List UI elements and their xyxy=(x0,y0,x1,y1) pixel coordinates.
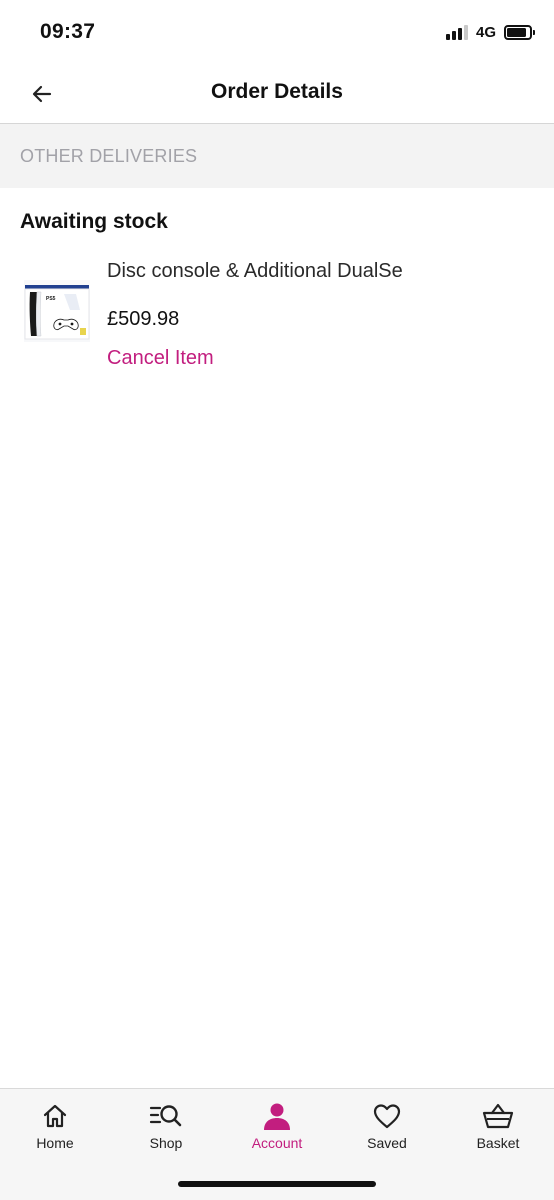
status-indicators: 4G xyxy=(445,24,535,41)
page-title: Order Details xyxy=(211,80,343,103)
product-price: £509.98 xyxy=(107,308,180,330)
status-time: 09:37 xyxy=(40,20,96,43)
section-header: OTHER DELIVERIES xyxy=(0,124,554,188)
tab-shop[interactable]: Shop xyxy=(111,1089,221,1169)
tab-account[interactable]: Account xyxy=(222,1089,332,1169)
tab-account-label: Account xyxy=(251,1135,303,1151)
home-indicator xyxy=(178,1181,376,1187)
basket-icon xyxy=(482,1103,514,1129)
person-icon xyxy=(264,1103,290,1130)
game-console-box-image: PS5 xyxy=(24,280,90,342)
status-bar: 09:37 4G xyxy=(0,0,554,64)
header-bar: Order Details xyxy=(0,64,554,124)
battery-level xyxy=(507,28,526,37)
svg-text:PS5: PS5 xyxy=(46,296,56,302)
tab-home[interactable]: Home xyxy=(0,1089,110,1169)
tab-saved[interactable]: Saved xyxy=(332,1089,442,1169)
network-type: 4G xyxy=(475,24,496,41)
product-name[interactable]: Disc console & Additional DualSe xyxy=(107,260,403,283)
home-icon xyxy=(43,1104,67,1128)
heart-icon xyxy=(373,1104,401,1129)
section-label: OTHER DELIVERIES xyxy=(20,146,198,166)
tab-basket-label: Basket xyxy=(476,1135,520,1151)
product-image[interactable]: PS5 xyxy=(24,280,90,342)
cancel-item-link[interactable]: Cancel Item xyxy=(107,347,214,370)
search-list-icon xyxy=(149,1105,182,1127)
delivery-status: Awaiting stock xyxy=(20,210,168,233)
cellular-signal-icon xyxy=(445,25,468,40)
battery-icon xyxy=(504,25,535,40)
tab-basket[interactable]: Basket xyxy=(443,1089,553,1169)
tab-home-label: Home xyxy=(36,1135,74,1151)
tab-saved-label: Saved xyxy=(367,1135,407,1151)
tab-shop-label: Shop xyxy=(149,1135,183,1151)
order-details-screen: 09:37 4G Order Details OTHER DELIVERIES … xyxy=(0,0,554,1200)
